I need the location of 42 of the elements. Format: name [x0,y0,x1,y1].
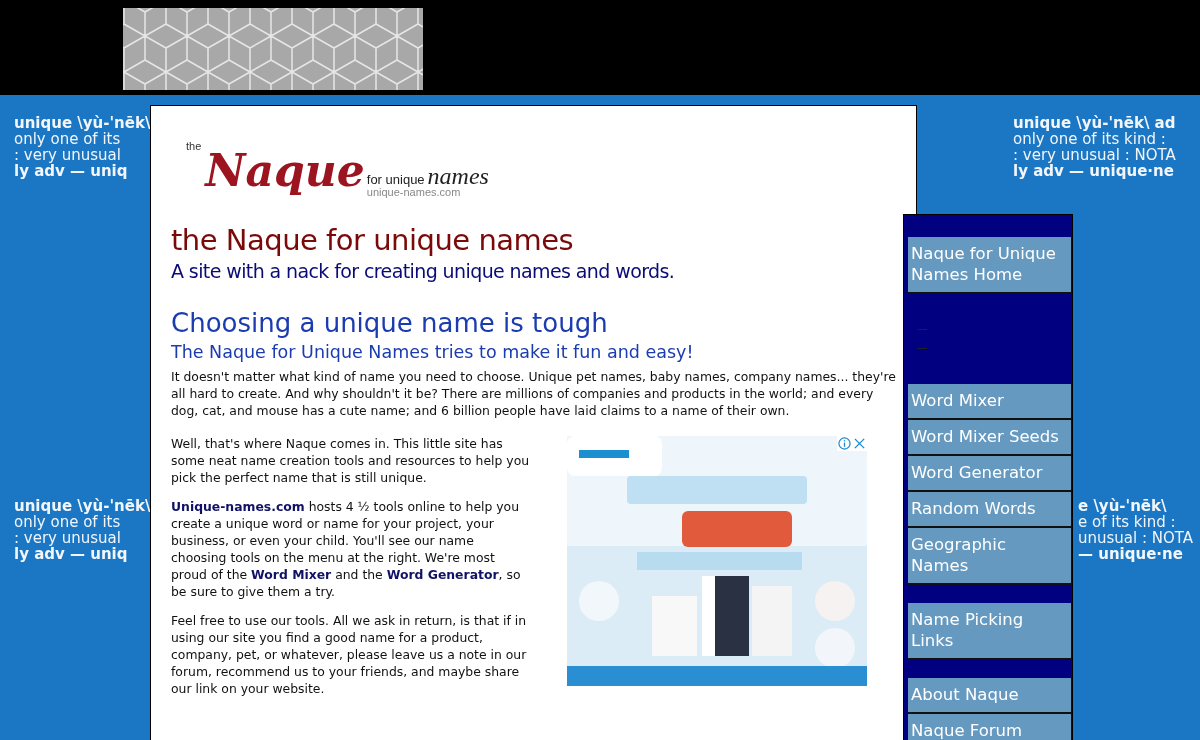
background-text: only one of its kind : [1013,131,1166,147]
background-text: : very unusual [14,530,121,546]
background-text: e of its kind : [1078,514,1176,530]
menu-link[interactable]: Word Generator [908,456,1071,492]
background-text: unusual : NOTA [1078,530,1194,546]
background-text: unique \yù-'nēk\ [14,115,151,131]
menu-link[interactable]: Naque Forum [908,714,1071,740]
paragraph: Feel free to use our tools. All we ask in return, is that if in using our site you find a good name for a product, company, pet, or whatever, please leave us a note in our forum, recommend us to your friends, and maybe share our link on your website. [171,612,528,697]
paragraph: Well, that's where Naque comes in. This little site has some neat name creation tools and resources to help you pick the perfect name that is still unique. [171,435,531,486]
dash-mark [918,329,927,330]
paragraph: It doesn't matter what kind of name you need to choose. Unique pet names, baby names, company names... they're all hard to create. And why shouldn't it be? There are millions of companies and products in the world; and every dog, cat, and mouse has a cute name; and 6 billion people have laid claims to a name of their own. [171,368,897,419]
background-text: unique \yù-'nēk\ [14,498,151,514]
background-text: only one of its [14,514,121,530]
menu-link[interactable]: About Naque [908,678,1071,714]
menu-link[interactable]: Word Mixer Seeds [908,420,1071,456]
info-icon[interactable] [837,436,852,451]
background-text: ly adv — unique·ne [1013,163,1174,179]
logo-text: names [427,165,489,187]
background-text: — unique·ne [1078,546,1183,562]
background-text: ly adv — uniq [14,546,128,562]
background-text: : very unusual : NOTA [1013,147,1176,163]
heading: Choosing a unique name is tough [171,307,609,340]
background-text: e \yù-'nēk\ [1078,498,1167,514]
logo-text: for unique [366,172,425,187]
menu-link[interactable]: Random Words [908,492,1071,528]
menu-link[interactable]: Name Picking Links [908,603,1071,660]
dash-mark [918,348,927,349]
menu-link[interactable]: Naque for Unique Names Home [908,237,1071,294]
background-text: only one of its [14,131,121,147]
menu-link[interactable]: Geographic Names [908,528,1071,585]
site-subtitle: A site with a nack for creating unique names and words. [171,259,676,284]
site-title: the Naque for unique names [171,222,575,258]
logo-text: Naque [205,144,365,198]
background-text: ly adv — uniq [14,163,128,179]
subheading: The Naque for Unique Names tries to make it fun and easy! [171,341,695,364]
background-text: unique \yù-'nēk\ ad [1013,115,1176,131]
background-text: : very unusual [14,147,121,163]
logo-text: the [186,140,202,152]
paragraph: Unique-names.com hosts 4 ½ tools online to help you create a unique word or name for your project, your business, or even your child. You'll see our name choosing tools on the menu at the right. We're most proud of the Word Mixer and the Word Generator, so be sure to give them a try. [171,498,522,600]
menu-link[interactable]: Word Mixer [908,384,1071,420]
logo-text: unique-names.com [366,187,462,198]
close-icon[interactable] [852,436,867,451]
